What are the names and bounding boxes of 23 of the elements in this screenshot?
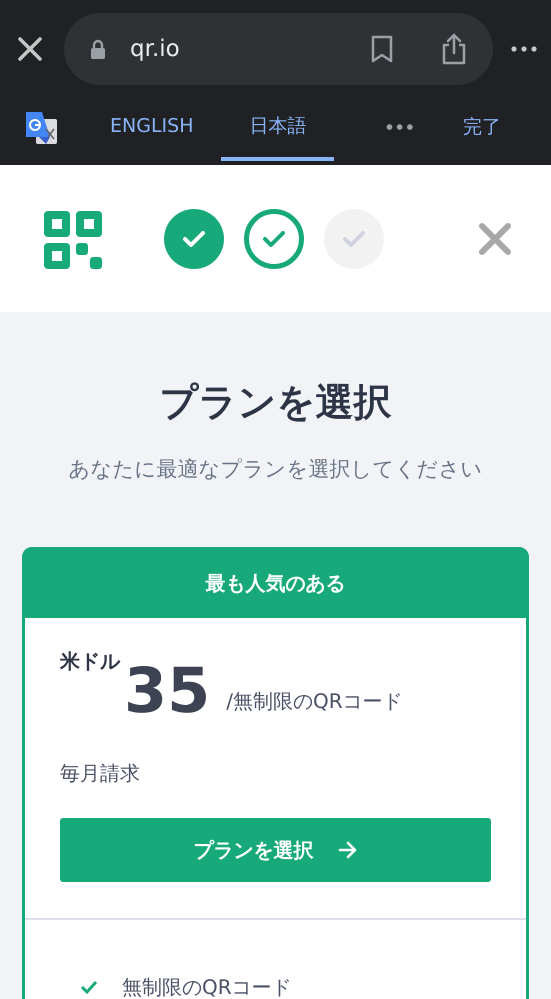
price-unit: /無制限のQRコード — [226, 688, 403, 716]
language-tab[interactable]: ENGLISH — [82, 112, 222, 161]
close-icon[interactable] — [18, 37, 42, 61]
page-subtitle: あなたに最適なプランを選択してください — [68, 456, 484, 483]
share-icon[interactable] — [441, 33, 467, 65]
page-title: プランを選択 — [158, 380, 392, 426]
lock-icon — [90, 39, 106, 59]
translate-icon[interactable] — [24, 110, 58, 144]
more-icon[interactable] — [511, 46, 537, 52]
address-bar[interactable]: qr.io — [64, 13, 493, 85]
more-button[interactable]: ••• — [384, 116, 415, 140]
check-icon — [80, 980, 98, 994]
currency-label: 米ドル — [60, 648, 120, 676]
arrow-icon — [338, 841, 358, 860]
language-tab[interactable]: 日本語 — [221, 112, 334, 161]
feature-text: 無制限のQRコード — [122, 974, 292, 999]
billing-period: 毎月請求 — [60, 760, 141, 788]
bookmark-icon[interactable] — [371, 35, 393, 63]
done-button[interactable]: 完了 — [463, 113, 501, 142]
popular-ribbon: 最も人気のある — [25, 550, 526, 618]
url-text: qr.io — [130, 34, 180, 64]
qr-code-icon — [42, 208, 102, 268]
price-amount: 35 — [124, 660, 210, 722]
